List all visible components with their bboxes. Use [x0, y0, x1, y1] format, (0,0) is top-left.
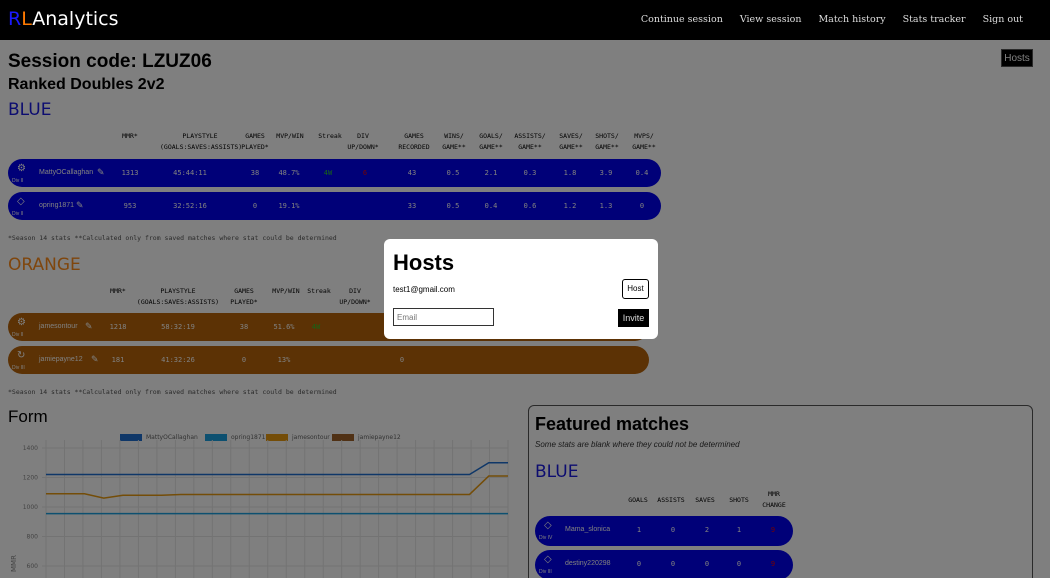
brand-r: R [8, 8, 22, 30]
host-button[interactable]: Host [622, 279, 649, 299]
modal-title: Hosts [393, 250, 455, 275]
nav-stats-tracker[interactable]: Stats tracker [903, 14, 966, 25]
nav-links: Continue session View session Match hist… [641, 14, 1023, 25]
brand-l: L [21, 8, 33, 30]
nav-sign-out[interactable]: Sign out [983, 14, 1023, 25]
navbar: RLAnalytics Continue session View sessio… [0, 0, 1050, 40]
brand-logo[interactable]: RLAnalytics [8, 8, 119, 30]
email-input[interactable] [393, 308, 494, 326]
hosts-modal: Hosts test1@gmail.com Host Invite [384, 239, 658, 339]
brand-rest: Analytics [32, 8, 119, 30]
nav-view-session[interactable]: View session [740, 14, 802, 25]
invite-button[interactable]: Invite [618, 309, 649, 327]
nav-match-history[interactable]: Match history [818, 14, 885, 25]
host-email: test1@gmail.com [393, 285, 455, 294]
nav-continue-session[interactable]: Continue session [641, 14, 723, 25]
